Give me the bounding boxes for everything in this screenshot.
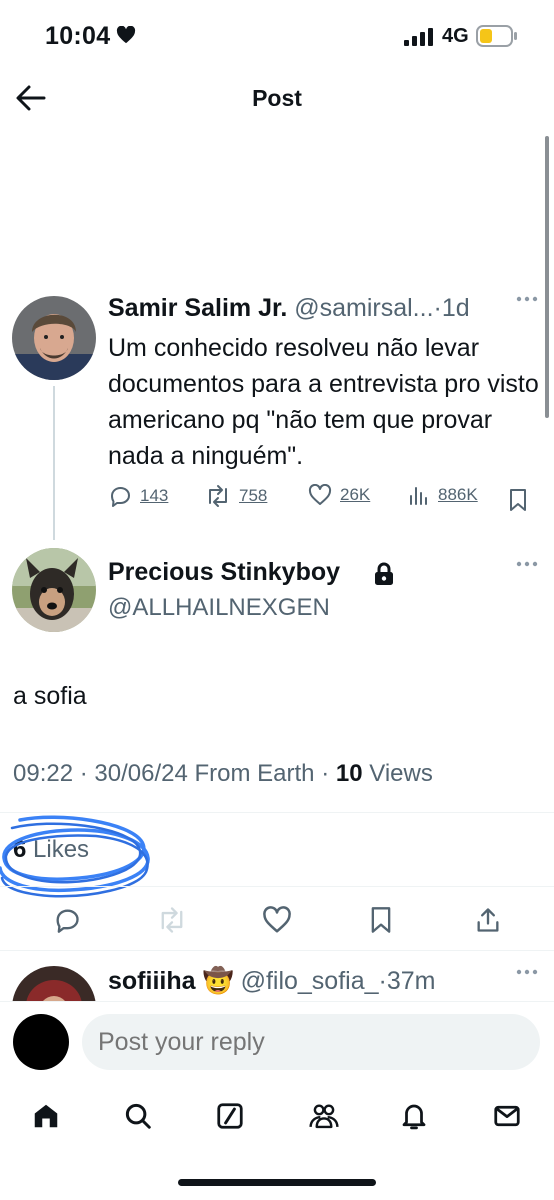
reply-icon: [111, 487, 130, 507]
my-avatar[interactable]: [13, 1014, 69, 1070]
post-actions: [0, 902, 554, 942]
views-label: Views: [369, 760, 433, 787]
network-label: 4G: [442, 25, 469, 47]
author-name[interactable]: Samir Salim Jr.: [108, 294, 287, 322]
home-indicator[interactable]: [178, 1179, 376, 1186]
reply-button[interactable]: 143: [108, 484, 168, 508]
separator-dot: ·: [321, 760, 330, 787]
post-actions: 143 758 26K 886K: [108, 484, 538, 518]
battery-low-icon: [476, 25, 517, 47]
author-name[interactable]: Precious Stinkyboy: [108, 558, 340, 587]
hand-drawn-circle: [0, 815, 150, 898]
separator-dot: ·: [79, 760, 88, 787]
avatar[interactable]: [12, 548, 96, 632]
status-bar: 10:04 4G: [0, 0, 554, 72]
post-source: From Earth: [194, 760, 315, 787]
notifications-bell-icon[interactable]: [399, 1101, 429, 1131]
page-title: Post: [252, 85, 302, 111]
views-chart-icon: [410, 487, 427, 505]
author-handle[interactable]: @samirsal...: [294, 294, 433, 322]
like-icon[interactable]: [262, 906, 292, 934]
divider: [0, 886, 554, 887]
tab-bar: [0, 1087, 554, 1157]
post-age: 37m: [386, 967, 436, 995]
separator-dot: ·: [378, 967, 387, 995]
like-button[interactable]: 26K: [308, 484, 370, 506]
repost-button[interactable]: 758: [205, 484, 267, 508]
repost-icon[interactable]: [157, 906, 187, 934]
like-count: 26K: [340, 485, 371, 504]
repost-icon: [209, 485, 227, 507]
post-text: a sofia: [13, 682, 87, 710]
author-name[interactable]: sofiiiha: [108, 967, 196, 995]
bookmark-icon[interactable]: [369, 906, 393, 934]
post-time[interactable]: 09:22: [13, 760, 73, 787]
author-handle[interactable]: @filo_sofia_: [241, 967, 379, 995]
author-handle[interactable]: @ALLHAILNEXGEN: [108, 594, 330, 622]
thread-connector: [53, 386, 55, 540]
heart-icon: [116, 26, 136, 44]
more-options-icon[interactable]: [515, 295, 539, 303]
post-text: Um conhecido resolveu não levar document…: [108, 334, 539, 470]
communities-icon[interactable]: [307, 1101, 341, 1131]
views-button[interactable]: 886K: [408, 484, 478, 506]
divider: [0, 950, 554, 951]
reply-icon[interactable]: [53, 906, 81, 934]
repost-count: 758: [239, 486, 268, 505]
lock-icon: [375, 562, 393, 585]
share-icon[interactable]: [474, 906, 502, 934]
post-header: Samir Salim Jr. @samirsal...·1d: [108, 294, 470, 323]
status-time: 10:04: [45, 22, 111, 50]
bookmark-icon[interactable]: [508, 488, 528, 512]
cowboy-emoji: 🤠: [202, 967, 234, 995]
views-count: 10: [335, 760, 363, 787]
grok-icon[interactable]: [215, 1101, 245, 1131]
post-date[interactable]: 30/06/24: [94, 760, 187, 787]
more-options-icon[interactable]: [515, 968, 539, 976]
like-icon: [308, 484, 332, 505]
more-options-icon[interactable]: [515, 560, 539, 568]
post-age: 1d: [441, 294, 470, 322]
views-count: 886K: [438, 485, 478, 504]
reply-count: 143: [140, 486, 169, 505]
messages-envelope-icon[interactable]: [492, 1101, 522, 1131]
separator-dot: ·: [433, 294, 442, 322]
reply-header: sofiiiha 🤠 @filo_sofia_·37m: [108, 967, 435, 996]
post-meta: 09:22 · 30/06/24 From Earth · 10 Views: [13, 760, 433, 788]
home-icon[interactable]: [31, 1101, 61, 1131]
signal-bars-icon: [404, 28, 433, 46]
avatar[interactable]: [12, 296, 96, 380]
reply-input[interactable]: [82, 1014, 540, 1070]
search-icon[interactable]: [123, 1101, 153, 1131]
